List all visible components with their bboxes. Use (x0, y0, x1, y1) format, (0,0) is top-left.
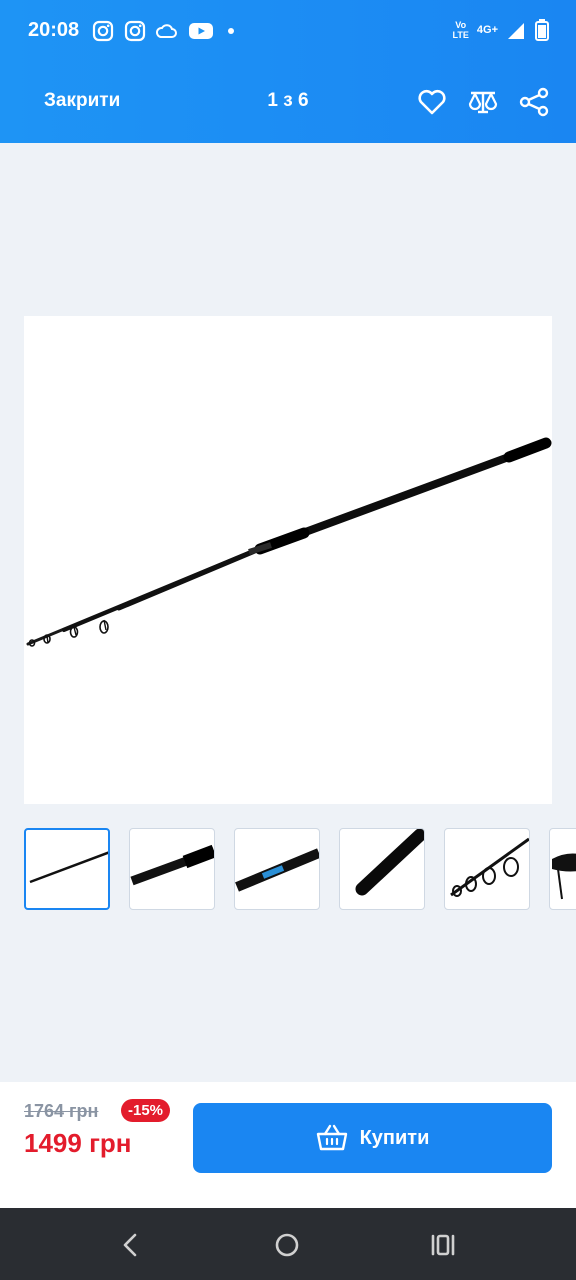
thumbnail-rod-label[interactable] (234, 828, 320, 910)
dot-icon (228, 28, 234, 34)
status-right: Vo LTE 4G+ (453, 18, 550, 42)
current-price: 1499 грн (24, 1128, 132, 1158)
signal-icon (508, 23, 524, 39)
purchase-bar: 1764 грн -15% 1499 грн Купити (0, 1082, 576, 1208)
thumbnail-rod-full[interactable] (24, 828, 110, 910)
cloud-icon (156, 24, 177, 38)
share-icon[interactable] (518, 86, 550, 118)
thumbnail-rod-handle[interactable] (339, 828, 425, 910)
network-type: 4G+ (476, 24, 498, 36)
thumbnail-rod-cap[interactable] (549, 828, 576, 910)
buy-button-label: Купити (359, 1126, 430, 1149)
basket-icon (316, 1124, 347, 1151)
status-bar: 20:08 Vo LTE 4G+ (0, 0, 576, 64)
instagram-icon (124, 20, 146, 42)
thumbnail-strip (24, 828, 576, 910)
fishing-rod-image (26, 437, 552, 647)
thumbnail-rod-reel-seat[interactable] (129, 828, 215, 910)
battery-icon (535, 19, 549, 41)
heart-icon[interactable] (416, 86, 448, 118)
compare-icon[interactable] (467, 86, 499, 118)
header-nav: Закрити 1 з 6 (0, 74, 576, 130)
status-time: 20:08 (28, 19, 80, 41)
volte-indicator: Vo LTE (452, 20, 469, 40)
system-nav-bar (0, 1208, 576, 1280)
buy-button[interactable]: Купити (193, 1103, 552, 1173)
top-bar: 20:08 Vo LTE 4G+ Закрити 1 з 6 (0, 0, 576, 143)
thumbnail-rod-guides[interactable] (444, 828, 530, 910)
home-icon[interactable] (272, 1230, 302, 1260)
youtube-icon (189, 23, 213, 39)
instagram-icon (92, 20, 114, 42)
recents-icon[interactable] (428, 1230, 458, 1260)
old-price: 1764 грн (24, 1101, 99, 1121)
back-icon[interactable] (116, 1230, 146, 1260)
main-product-image[interactable] (24, 316, 552, 804)
discount-badge: -15% (121, 1099, 171, 1122)
